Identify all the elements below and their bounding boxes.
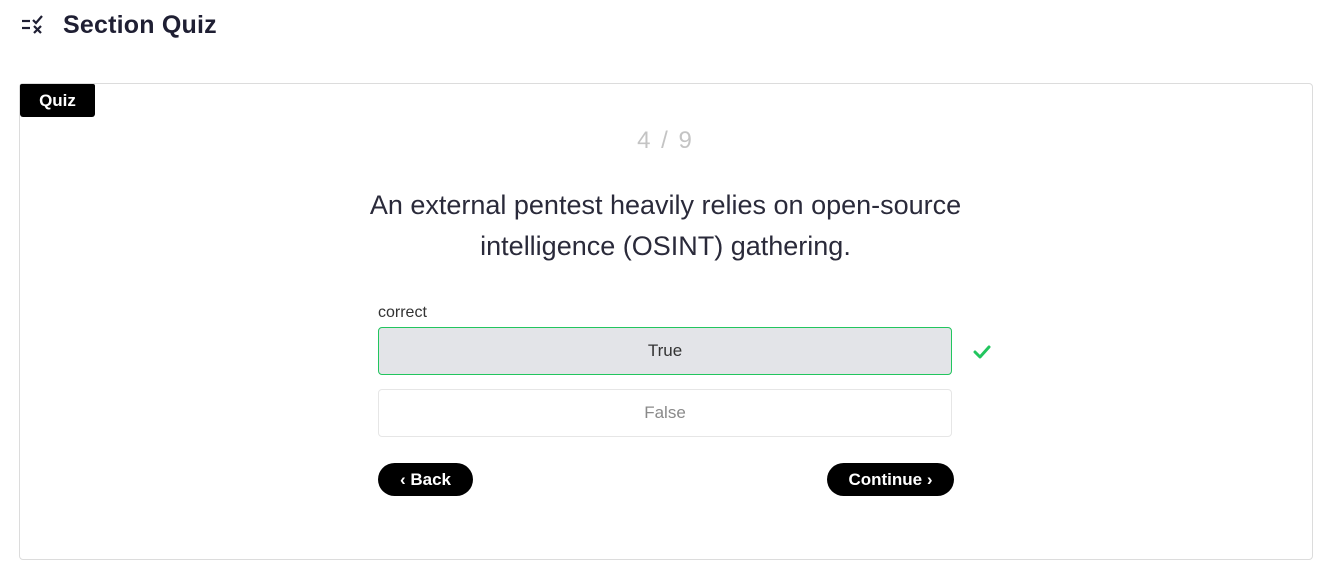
back-button[interactable]: ‹ Back bbox=[378, 463, 473, 496]
checkmark-icon bbox=[973, 343, 991, 361]
option-false[interactable]: False bbox=[378, 389, 952, 437]
page-title: Section Quiz bbox=[63, 10, 217, 39]
quiz-tag: Quiz bbox=[20, 84, 95, 117]
option-true[interactable]: True bbox=[378, 327, 952, 375]
answer-status-label: correct bbox=[378, 304, 427, 321]
continue-button[interactable]: Continue › bbox=[827, 463, 954, 496]
checklist-icon bbox=[20, 12, 46, 38]
question-text: An external pentest heavily relies on op… bbox=[369, 190, 962, 261]
page-header: Section Quiz bbox=[20, 8, 217, 42]
option-label: False bbox=[644, 403, 686, 422]
option-label: True bbox=[647, 341, 683, 360]
question-progress: 4 / 9 bbox=[637, 127, 694, 154]
